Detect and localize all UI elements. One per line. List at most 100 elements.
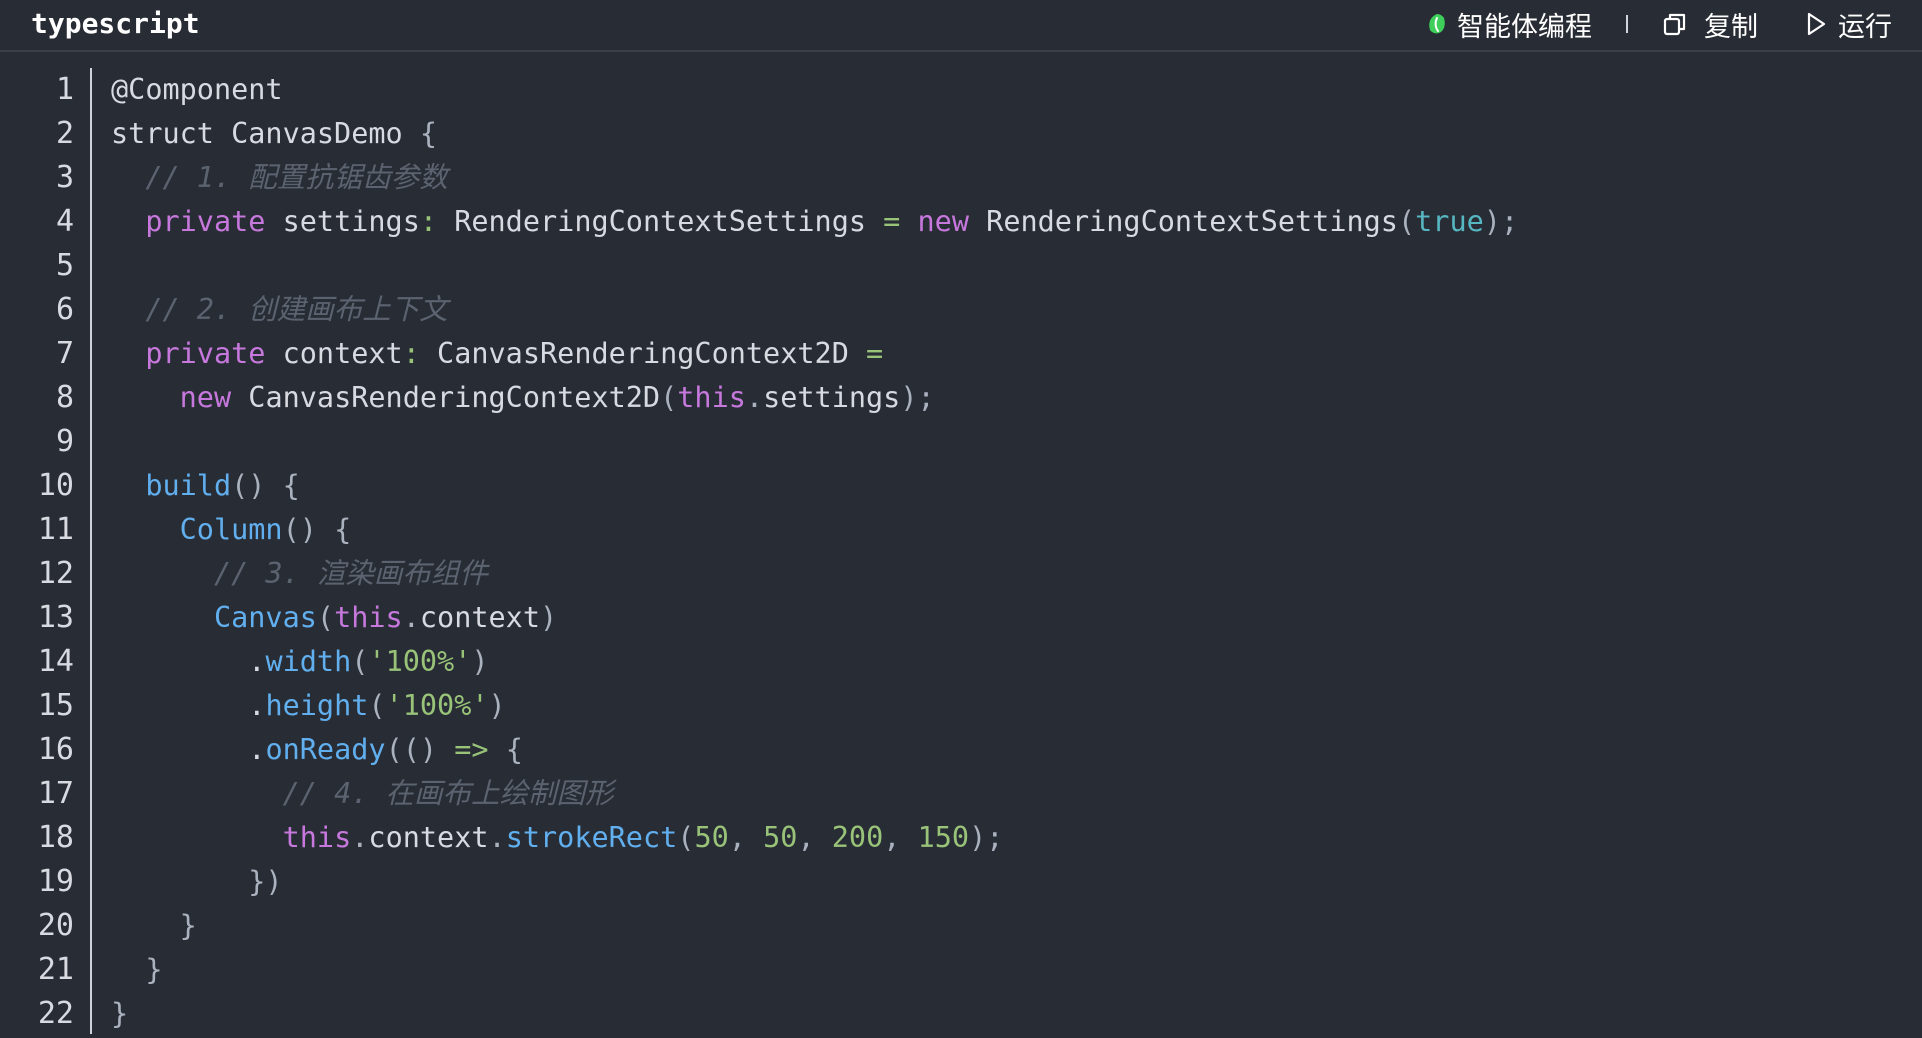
line-number: 14	[37, 644, 74, 679]
code-token-number: 200	[831, 821, 884, 854]
line-number: 1	[55, 72, 74, 107]
code-line: // 2. 创建画布上下文	[111, 288, 1901, 332]
code-token-string: '100%'	[385, 689, 489, 722]
code-token-plain: ,	[797, 821, 832, 854]
code-token-plain: );	[969, 821, 1004, 854]
line-number: 3	[55, 160, 74, 195]
code-token-plain: )	[488, 689, 506, 722]
code-token-text: context	[419, 601, 540, 634]
code-line: private context: CanvasRenderingContext2…	[111, 332, 1901, 376]
code-token-plain: (	[351, 645, 369, 678]
code-token-keyword: new	[179, 381, 232, 414]
code-token-text: context	[368, 821, 489, 854]
code-token-func: Canvas	[213, 601, 317, 634]
code-token-text: RenderingContextSettings	[437, 205, 884, 238]
line-number: 10	[37, 468, 74, 503]
run-button[interactable]: 运行	[1804, 5, 1892, 44]
code-token-plain: )	[471, 645, 489, 678]
code-line: build() {	[111, 464, 1901, 508]
code-token-decorator: @Component	[111, 73, 283, 106]
line-number: 13	[37, 600, 74, 635]
code-token-plain: (	[368, 689, 386, 722]
line-number: 7	[55, 336, 74, 371]
code-token-func: Column	[179, 513, 283, 546]
code-token-keyword: private	[145, 337, 266, 370]
code-token-keyword: this	[677, 381, 746, 414]
code-token-op: :	[402, 337, 420, 370]
code-token-text: context	[265, 337, 403, 370]
line-number-gutter: 1 2 3 4 5 6 7 8 9 10 11 12 13 14 15 16 17 18 19 20 21 22	[0, 68, 92, 1034]
code-token-keyword: this	[334, 601, 403, 634]
code-token-string: '100%'	[368, 645, 472, 678]
line-number: 2	[55, 116, 74, 151]
code-token-func: build	[145, 469, 232, 502]
code-block-header: typescript 智能体编程 复制 运行	[0, 0, 1922, 52]
code-line: .width('100%')	[111, 640, 1901, 684]
copy-label: 复制	[1704, 11, 1758, 43]
code-line: .onReady(() => {	[111, 728, 1901, 772]
code-token-plain: );	[900, 381, 935, 414]
code-token-op: :	[419, 205, 438, 238]
code-token-text: .	[248, 733, 266, 766]
code-token-keyword: new	[917, 205, 969, 238]
code-token-func: onReady	[265, 733, 386, 766]
code-lines: @Component struct CanvasDemo { // 1. 配置抗锯…	[111, 68, 1901, 1036]
code-line: // 1. 配置抗锯齿参数	[111, 156, 1901, 200]
code-token-plain: })	[111, 865, 283, 898]
line-number: 4	[55, 204, 74, 239]
code-line: })	[111, 860, 1901, 904]
code-token-plain: (	[1397, 205, 1416, 238]
code-token-plain: {	[419, 117, 438, 150]
line-number: 6	[55, 292, 74, 327]
code-token-plain: );	[1483, 205, 1519, 238]
code-line: Column() {	[111, 508, 1901, 552]
code-token-plain: }	[111, 909, 197, 942]
code-line: struct CanvasDemo {	[111, 112, 1901, 156]
code-token-op: =	[883, 205, 901, 238]
code-token-plain: (()	[385, 733, 455, 766]
ai-coding-label: 智能体编程	[1457, 11, 1592, 43]
line-number: 16	[37, 732, 74, 767]
code-token-number: 150	[917, 821, 970, 854]
language-label: typescript	[31, 7, 200, 40]
line-number: 12	[37, 556, 74, 591]
code-token-text: struct CanvasDemo	[111, 117, 420, 150]
code-line: // 3. 渲染画布组件	[111, 552, 1901, 596]
code-line: }	[111, 992, 1901, 1036]
line-number: 8	[55, 380, 74, 415]
header-divider	[1626, 15, 1628, 33]
code-token-plain: .	[402, 601, 420, 634]
code-token-func: height	[265, 689, 369, 722]
code-line: this.context.strokeRect(50, 50, 200, 150…	[111, 816, 1901, 860]
ai-coding-button[interactable]: 智能体编程	[1425, 5, 1592, 44]
code-token-plain: (	[677, 821, 695, 854]
code-editor[interactable]: 1 2 3 4 5 6 7 8 9 10 11 12 13 14 15 16 17 18 19 20 21 22 @Com…	[0, 68, 1922, 1038]
code-token-plain: .	[745, 381, 764, 414]
code-token-plain: (	[316, 601, 335, 634]
code-line: new CanvasRenderingContext2D(this.settin…	[111, 376, 1901, 420]
copy-button[interactable]: 复制	[1662, 5, 1758, 44]
code-token-bool: true	[1415, 205, 1484, 238]
code-token-comment: // 3. 渲染画布组件	[213, 557, 488, 590]
code-token-text: settings	[265, 205, 420, 238]
line-number: 22	[37, 996, 74, 1031]
line-number: 15	[37, 688, 74, 723]
code-line: @Component	[111, 68, 1901, 112]
code-token-text: settings	[763, 381, 901, 414]
code-line: Canvas(this.context)	[111, 596, 1901, 640]
line-number: 20	[37, 908, 74, 943]
code-token-text: CanvasRenderingContext2D	[231, 381, 661, 414]
line-number: 9	[55, 424, 74, 459]
code-token-plain: ,	[883, 821, 918, 854]
